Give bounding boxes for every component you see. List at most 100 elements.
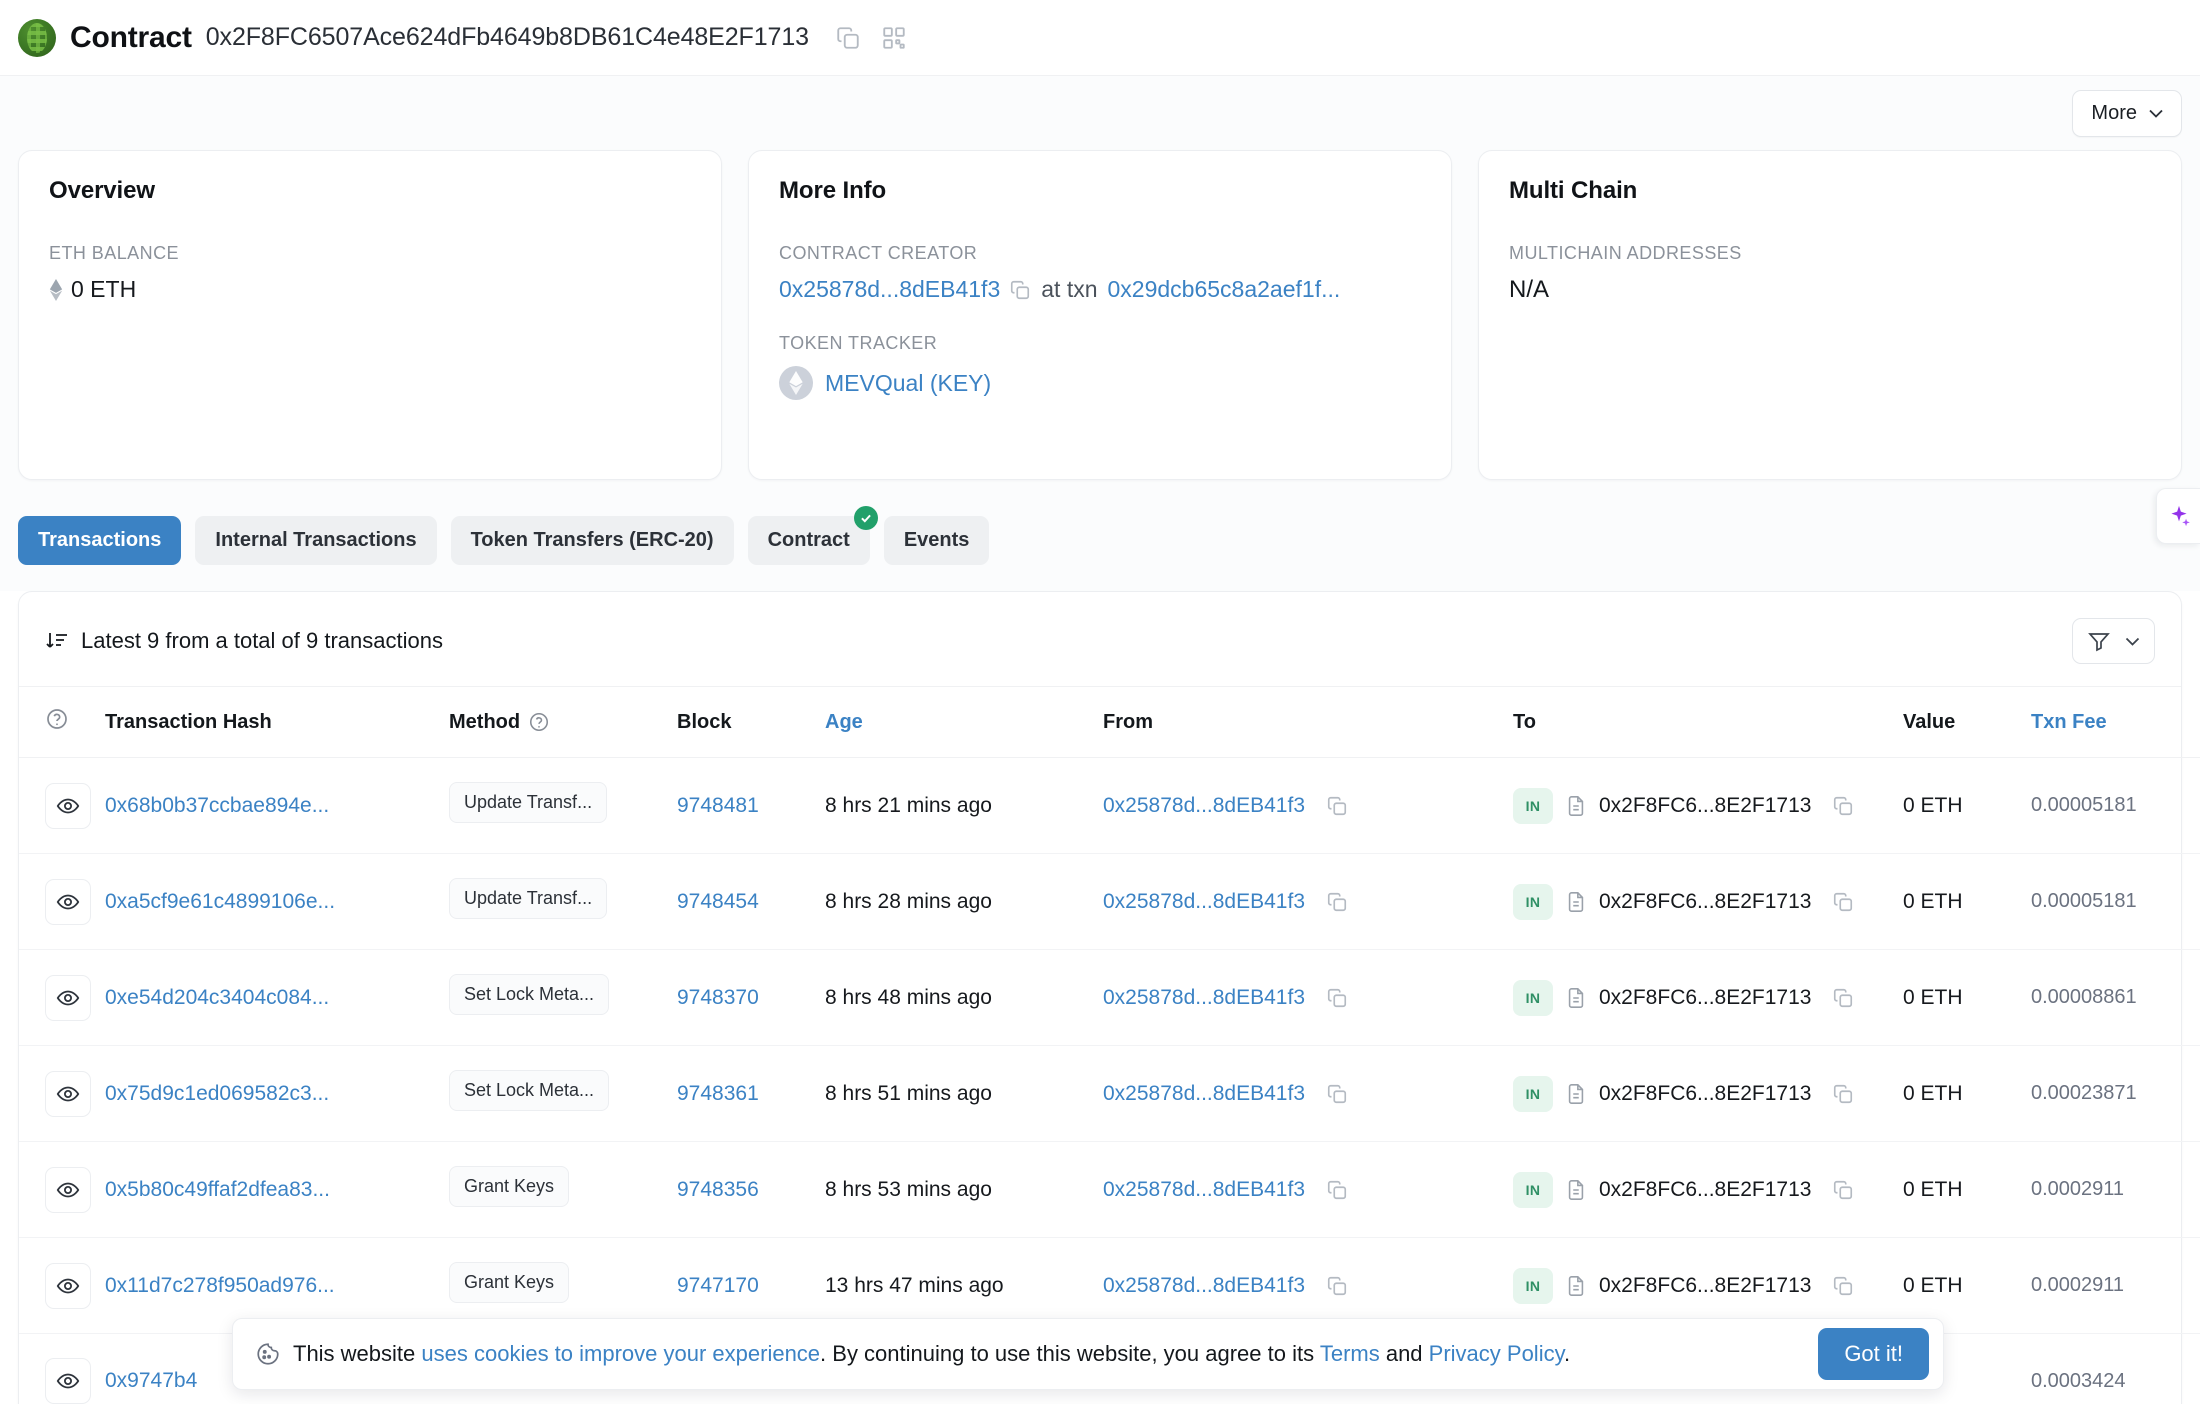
qr-code-icon[interactable] (881, 25, 907, 51)
tab-events[interactable]: Events (883, 516, 990, 565)
copy-icon[interactable] (1832, 795, 1854, 817)
copy-icon[interactable] (1326, 987, 1348, 1009)
sparkles-icon (2170, 505, 2190, 527)
tab-contract[interactable]: Contract (747, 506, 878, 565)
filter-button[interactable] (2072, 618, 2155, 664)
preview-eye-icon[interactable] (45, 1166, 91, 1213)
tab-label: Internal Transactions (215, 529, 417, 551)
from-address-link[interactable]: 0x25878d...8dEB41f3 (1103, 1082, 1305, 1106)
tab-token-transfers-erc-20[interactable]: Token Transfers (ERC-20) (450, 516, 734, 565)
cookie-policy-link[interactable]: uses cookies to improve your experience (421, 1341, 820, 1366)
method-badge[interactable]: Update Transf... (449, 782, 608, 823)
transaction-hash-link[interactable]: 0x75d9c1ed069582c3... (105, 1082, 329, 1105)
contract-avatar (18, 18, 56, 57)
col-age[interactable]: Age (825, 687, 1103, 758)
transaction-hash-link[interactable]: 0xa5cf9e61c4899106e... (105, 890, 335, 913)
cookie-banner-text: This website uses cookies to improve you… (293, 1341, 1818, 1367)
to-address: 0x2F8FC6...8E2F1713 (1599, 793, 1812, 817)
block-link[interactable]: 9748454 (677, 890, 759, 913)
copy-icon[interactable] (1832, 1179, 1854, 1201)
block-link[interactable]: 9748370 (677, 986, 759, 1009)
transaction-hash-link[interactable]: 0x5b80c49ffaf2dfea83... (105, 1178, 330, 1201)
help-circle-icon[interactable] (45, 707, 69, 731)
block-link[interactable]: 9748361 (677, 1082, 759, 1105)
cell-block: 9748361 (677, 1045, 825, 1142)
page-header: Contract 0x2F8FC6507Ace624dFb4649b8DB61C… (0, 0, 2200, 76)
preview-eye-icon[interactable] (45, 878, 91, 925)
content-tabs: Transactions Internal Transactions Token T… (0, 480, 2200, 591)
transaction-hash-link[interactable]: 0x11d7c278f950ad976... (105, 1274, 335, 1297)
copy-icon[interactable] (835, 25, 861, 51)
transactions-table: Transaction Hash Method Block Age From T… (19, 687, 2200, 1404)
method-badge[interactable]: Grant Keys (449, 1166, 570, 1207)
info-cards: Overview ETH BALANCE 0 ETH More Info CON… (0, 150, 2200, 480)
privacy-policy-link[interactable]: Privacy Policy (1429, 1341, 1564, 1366)
more-info-title: More Info (779, 177, 887, 204)
col-txn-fee[interactable]: Txn Fee (2031, 687, 2200, 758)
contract-file-icon (1565, 986, 1587, 1010)
copy-icon[interactable] (1326, 1275, 1348, 1297)
transaction-hash-link[interactable]: 0x68b0b37ccbae894e... (105, 794, 329, 817)
terms-link[interactable]: Terms (1320, 1341, 1380, 1366)
cell-transaction-hash: 0xa5cf9e61c4899106e... (105, 853, 449, 950)
method-badge[interactable]: Set Lock Meta... (449, 1070, 610, 1111)
tab-transactions[interactable]: Transactions (18, 516, 182, 565)
creator-address-link[interactable]: 0x25878d...8dEB41f3 (779, 276, 1000, 303)
cell-txn-fee: 0.00005181 (2031, 853, 2200, 950)
copy-icon[interactable] (1326, 795, 1348, 817)
method-badge[interactable]: Update Transf... (449, 878, 608, 919)
transactions-table-body: 0x68b0b37ccbae894e... Update Transf... 974… (19, 757, 2200, 1404)
copy-icon[interactable] (1832, 1083, 1854, 1105)
multi-chain-card: Multi Chain MULTICHAIN ADDRESSES N/A (1478, 150, 2182, 480)
multi-chain-title: Multi Chain (1509, 177, 1638, 204)
more-button[interactable]: More (2072, 89, 2182, 137)
copy-icon[interactable] (1326, 1179, 1348, 1201)
transaction-hash-link[interactable]: 0x9747b4 (105, 1369, 197, 1392)
cell-to: IN 0x2F8FC6...8E2F1713 (1513, 949, 1903, 1046)
tab-label: Contract (767, 529, 850, 551)
ai-assistant-tab[interactable] (2156, 488, 2200, 544)
copy-icon[interactable] (1832, 987, 1854, 1009)
direction-badge: IN (1513, 883, 1553, 920)
preview-eye-icon[interactable] (45, 1070, 91, 1117)
copy-icon[interactable] (1326, 891, 1348, 913)
block-link[interactable]: 9748481 (677, 794, 759, 817)
cell-method: Set Lock Meta... (449, 949, 677, 1046)
cookie-accept-button[interactable]: Got it! (1818, 1328, 1929, 1380)
cell-age: 8 hrs 21 mins ago (825, 757, 1103, 854)
chevron-down-icon (2125, 637, 2140, 646)
multichain-addresses-value: N/A (1509, 276, 1550, 303)
copy-icon[interactable] (1832, 891, 1854, 913)
cell-method: Update Transf... (449, 757, 677, 854)
block-link[interactable]: 9747170 (677, 1274, 759, 1297)
from-address-link[interactable]: 0x25878d...8dEB41f3 (1103, 1178, 1305, 1202)
cell-value: 0 ETH (1903, 853, 2031, 950)
creation-txn-link[interactable]: 0x29dcb65c8a2aef1f... (1108, 276, 1341, 303)
tab-label: Transactions (38, 529, 162, 551)
cell-age: 8 hrs 48 mins ago (825, 949, 1103, 1046)
from-address-link[interactable]: 0x25878d...8dEB41f3 (1103, 1274, 1305, 1298)
preview-eye-icon[interactable] (45, 1358, 91, 1404)
block-link[interactable]: 9748356 (677, 1178, 759, 1201)
from-address-link[interactable]: 0x25878d...8dEB41f3 (1103, 794, 1305, 818)
from-address-link[interactable]: 0x25878d...8dEB41f3 (1103, 890, 1305, 914)
contract-address: 0x2F8FC6507Ace624dFb4649b8DB61C4e48E2F17… (205, 23, 809, 51)
direction-badge: IN (1513, 787, 1553, 824)
transaction-hash-link[interactable]: 0xe54d204c3404c084... (105, 986, 329, 1009)
from-address-link[interactable]: 0x25878d...8dEB41f3 (1103, 986, 1305, 1010)
help-circle-icon[interactable] (528, 711, 550, 733)
cell-value: 0 ETH (1903, 1141, 2031, 1238)
preview-eye-icon[interactable] (45, 1262, 91, 1309)
method-badge[interactable]: Grant Keys (449, 1262, 570, 1303)
preview-eye-icon[interactable] (45, 974, 91, 1021)
copy-icon[interactable] (1009, 279, 1031, 301)
copy-icon[interactable] (1326, 1083, 1348, 1105)
token-tracker-link[interactable]: MEVQual (KEY) (825, 370, 991, 397)
tab-internal-transactions[interactable]: Internal Transactions (195, 516, 437, 565)
copy-icon[interactable] (1832, 1275, 1854, 1297)
preview-eye-icon[interactable] (45, 782, 91, 829)
method-badge[interactable]: Set Lock Meta... (449, 974, 610, 1015)
cell-method: Grant Keys (449, 1141, 677, 1238)
col-transaction-hash: Transaction Hash (105, 687, 449, 758)
cell-value: 0 ETH (1903, 1045, 2031, 1142)
